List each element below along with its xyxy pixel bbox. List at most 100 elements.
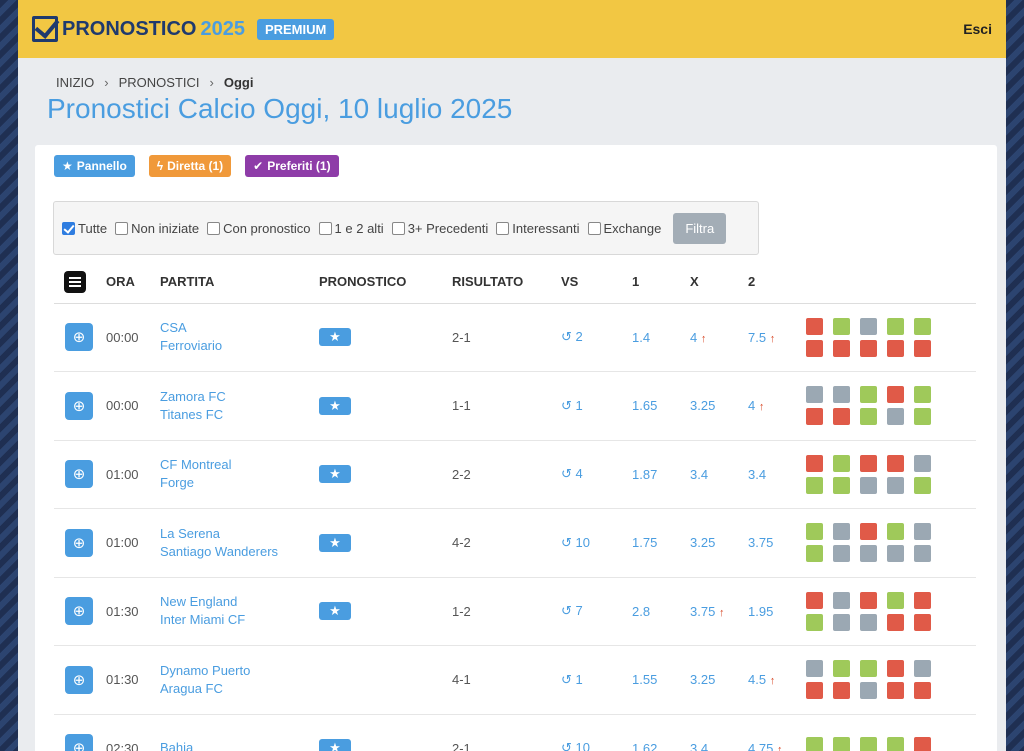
form-square[interactable]	[914, 545, 931, 563]
form-square[interactable]	[914, 737, 931, 751]
form-square[interactable]	[860, 523, 877, 541]
form-square[interactable]	[914, 317, 931, 335]
home-team[interactable]: CF Montreal	[160, 456, 319, 474]
odds-x[interactable]: 3.25	[690, 645, 748, 715]
form-square[interactable]	[887, 408, 904, 426]
breadcrumb-home[interactable]: INIZIO	[56, 75, 94, 90]
header-partita[interactable]: PARTITA	[160, 261, 319, 304]
filter-option[interactable]: Exchange	[587, 221, 661, 236]
form-square[interactable]	[887, 613, 904, 631]
odds-1[interactable]: 2.8	[632, 577, 690, 646]
star-icon[interactable]: ★	[319, 602, 351, 621]
breadcrumb-pronostici[interactable]: PRONOSTICI	[119, 75, 200, 90]
form-square[interactable]	[833, 545, 850, 563]
away-team[interactable]: Forge	[160, 474, 319, 492]
form-square[interactable]	[887, 339, 904, 357]
zoom-icon[interactable]: ⊕	[65, 665, 93, 694]
form-square[interactable]	[806, 682, 823, 700]
form-square[interactable]	[833, 613, 850, 631]
form-square[interactable]	[860, 737, 877, 751]
odds-2[interactable]: 7.5 ↑	[748, 303, 806, 372]
form-square[interactable]	[860, 591, 877, 609]
home-team[interactable]: New England	[160, 593, 319, 611]
form-square[interactable]	[833, 476, 850, 494]
vs-cell[interactable]: ↺ 1	[561, 371, 632, 441]
form-square[interactable]	[860, 660, 877, 678]
form-square[interactable]	[914, 613, 931, 631]
form-square[interactable]	[806, 476, 823, 494]
filter-option[interactable]: Con pronostico	[207, 221, 311, 236]
star-icon[interactable]: ★	[319, 396, 351, 415]
form-square[interactable]	[860, 545, 877, 563]
odds-x[interactable]: 3.25	[690, 371, 748, 441]
form-square[interactable]	[887, 317, 904, 335]
vs-cell[interactable]: ↺ 7	[561, 577, 632, 646]
odds-2[interactable]: 4.5 ↑	[748, 645, 806, 715]
odds-2[interactable]: 1.95	[748, 577, 806, 646]
form-square[interactable]	[833, 408, 850, 426]
form-square[interactable]	[806, 339, 823, 357]
checkbox[interactable]	[496, 221, 510, 235]
form-square[interactable]	[806, 613, 823, 631]
form-square[interactable]	[806, 408, 823, 426]
form-square[interactable]	[833, 591, 850, 609]
home-team[interactable]: Bahia	[160, 739, 319, 751]
home-team[interactable]: CSA	[160, 319, 319, 337]
vs-cell[interactable]: ↺ 1	[561, 645, 632, 715]
vs-cell[interactable]: ↺ 2	[561, 303, 632, 372]
checkbox[interactable]	[115, 221, 129, 235]
odds-x[interactable]: 3.4	[690, 440, 748, 509]
form-square[interactable]	[914, 339, 931, 357]
logo[interactable]: PRONOSTICO 2025 PREMIUM	[32, 16, 335, 42]
form-square[interactable]	[860, 454, 877, 472]
form-square[interactable]	[806, 660, 823, 678]
filter-button[interactable]: Filtra	[673, 212, 727, 244]
form-square[interactable]	[914, 476, 931, 494]
zoom-icon[interactable]: ⊕	[65, 734, 93, 751]
odds-x[interactable]: 3.4	[690, 714, 748, 751]
form-square[interactable]	[806, 523, 823, 541]
header-x[interactable]: X	[690, 261, 748, 304]
header-2[interactable]: 2	[748, 261, 806, 304]
form-square[interactable]	[833, 660, 850, 678]
vs-cell[interactable]: ↺ 4	[561, 440, 632, 509]
away-team[interactable]: Titanes FC	[160, 406, 319, 424]
logout-link[interactable]: Esci	[963, 21, 992, 37]
home-team[interactable]: La Serena	[160, 525, 319, 543]
form-square[interactable]	[860, 339, 877, 357]
form-square[interactable]	[914, 454, 931, 472]
checkbox[interactable]	[318, 221, 332, 235]
form-square[interactable]	[887, 591, 904, 609]
header-ora[interactable]: ORA	[106, 261, 160, 304]
form-square[interactable]	[887, 454, 904, 472]
filter-option[interactable]: 3+ Precedenti	[391, 221, 488, 236]
header-1[interactable]: 1	[632, 261, 690, 304]
star-icon[interactable]: ★	[319, 328, 351, 347]
form-square[interactable]	[914, 660, 931, 678]
form-square[interactable]	[914, 682, 931, 700]
star-icon[interactable]: ★	[319, 533, 351, 552]
form-square[interactable]	[887, 660, 904, 678]
form-square[interactable]	[806, 545, 823, 563]
header-vs[interactable]: VS	[561, 261, 632, 304]
form-square[interactable]	[860, 317, 877, 335]
zoom-icon[interactable]: ⊕	[65, 460, 93, 489]
zoom-icon[interactable]: ⊕	[65, 391, 93, 420]
zoom-icon[interactable]: ⊕	[65, 597, 93, 626]
checkbox[interactable]	[62, 221, 75, 235]
form-square[interactable]	[887, 476, 904, 494]
checkbox[interactable]	[207, 221, 221, 235]
form-square[interactable]	[806, 737, 823, 751]
odds-x[interactable]: 3.75 ↑	[690, 577, 748, 646]
filter-option[interactable]: Non iniziate	[115, 221, 199, 236]
tab-pannello[interactable]: ★ Pannello	[54, 155, 135, 177]
form-square[interactable]	[833, 454, 850, 472]
checkbox[interactable]	[391, 221, 405, 235]
form-square[interactable]	[833, 339, 850, 357]
form-square[interactable]	[914, 591, 931, 609]
odds-1[interactable]: 1.4	[632, 303, 690, 372]
filter-option[interactable]: 1 e 2 alti	[318, 221, 384, 236]
form-square[interactable]	[887, 545, 904, 563]
form-square[interactable]	[914, 408, 931, 426]
home-team[interactable]: Dynamo Puerto	[160, 662, 319, 680]
